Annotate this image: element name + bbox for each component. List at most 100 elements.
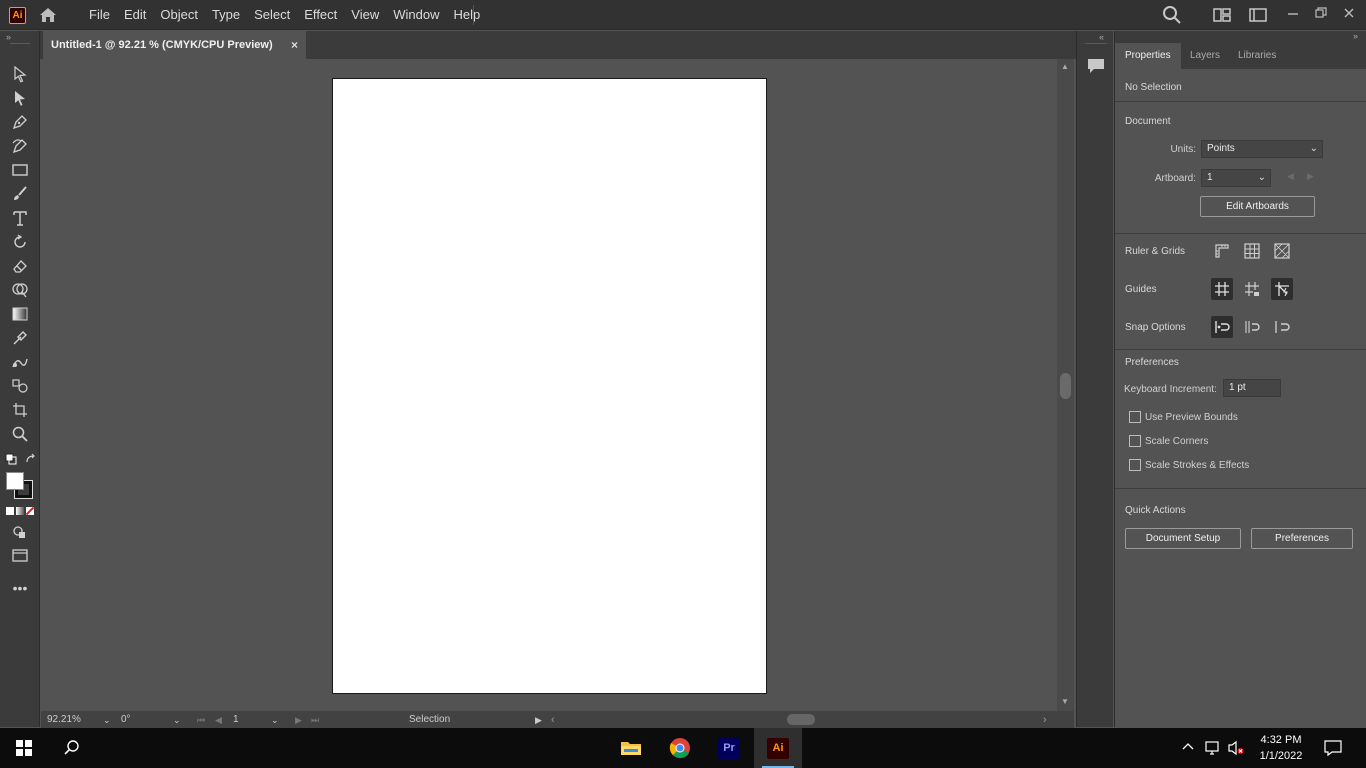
rotation-field[interactable]: 0° ⌄ (121, 713, 183, 727)
close-window-button[interactable] (1336, 0, 1362, 26)
scroll-right-icon[interactable]: › (1043, 713, 1047, 727)
preferences-button[interactable]: Preferences (1251, 528, 1353, 549)
rectangle-tool-icon[interactable] (8, 159, 32, 181)
taskbar-search-icon[interactable] (48, 728, 96, 768)
first-artboard-icon[interactable]: ⏮ (197, 713, 205, 727)
search-icon[interactable] (1162, 5, 1182, 28)
collapse-panel-icon[interactable]: » (1353, 31, 1358, 41)
collapse-tools-icon[interactable]: » (6, 32, 11, 42)
fill-swatch[interactable] (6, 472, 24, 490)
tab-layers[interactable]: Layers (1180, 43, 1230, 69)
menu-object[interactable]: Object (153, 0, 205, 30)
default-fill-stroke-icon[interactable] (5, 453, 17, 465)
units-select[interactable]: Points ⌄ (1201, 140, 1323, 158)
checkbox-box[interactable] (1129, 435, 1141, 447)
scroll-down-icon[interactable]: ▼ (1061, 697, 1069, 706)
edit-toolbar-icon[interactable]: ••• (8, 577, 32, 599)
gradient-mode-icon[interactable] (16, 507, 24, 515)
home-icon[interactable] (38, 6, 58, 24)
screen-mode-icon[interactable] (8, 545, 32, 567)
hidden-icons-chevron-icon[interactable] (1182, 741, 1194, 756)
taskbar-clock[interactable]: 4:32 PM 1/1/2022 (1250, 732, 1312, 764)
network-icon[interactable] (1204, 740, 1222, 759)
comments-icon[interactable] (1087, 58, 1105, 74)
checkbox-box[interactable] (1129, 459, 1141, 471)
previous-artboard-icon[interactable]: ◀ (215, 713, 222, 727)
windows-start-icon[interactable] (0, 728, 48, 768)
menu-window[interactable]: Window (386, 0, 446, 30)
artboard-select[interactable]: 1 ⌄ (1201, 169, 1271, 187)
transparency-grid-icon[interactable] (1271, 240, 1293, 262)
expand-panels-icon[interactable]: « (1099, 32, 1104, 42)
menu-view[interactable]: View (344, 0, 386, 30)
premiere-pro-icon[interactable]: Pr (705, 728, 753, 768)
tab-properties[interactable]: Properties (1115, 43, 1181, 69)
color-mode-icon[interactable] (6, 507, 14, 515)
notifications-icon[interactable] (1324, 739, 1342, 760)
checkbox-box[interactable] (1129, 411, 1141, 423)
pen-tool-icon[interactable] (8, 111, 32, 133)
menu-file[interactable]: File (82, 0, 117, 30)
minimize-button[interactable] (1280, 0, 1306, 26)
draw-mode-icon[interactable] (8, 521, 32, 543)
next-artboard-arrow-icon[interactable]: ▶ (1307, 171, 1314, 182)
selection-tool-icon[interactable] (8, 63, 32, 85)
shape-builder-tool-icon[interactable] (8, 279, 32, 301)
snap-to-point-icon[interactable] (1211, 316, 1233, 338)
chrome-icon[interactable] (656, 728, 704, 768)
volume-muted-icon[interactable] (1227, 740, 1245, 759)
show-guides-icon[interactable] (1211, 278, 1233, 300)
vertical-scroll-thumb[interactable] (1060, 373, 1071, 399)
menu-help[interactable]: Help (446, 0, 487, 30)
menu-type[interactable]: Type (205, 0, 247, 30)
zoom-dropdown-icon[interactable]: ⌄ (103, 713, 111, 727)
status-menu-icon[interactable]: ▶ (535, 713, 542, 727)
artboard[interactable] (332, 78, 767, 694)
grid-icon[interactable] (1241, 240, 1263, 262)
zoom-tool-icon[interactable] (8, 423, 32, 445)
symbol-sprayer-tool-icon[interactable] (8, 375, 32, 397)
artboard-nav-dropdown-icon[interactable]: ⌄ (271, 713, 279, 727)
scale-strokes-effects-checkbox[interactable]: Scale Strokes & Effects (1129, 458, 1249, 472)
restore-button[interactable] (1308, 0, 1334, 26)
type-tool-icon[interactable] (8, 207, 32, 229)
direct-selection-tool-icon[interactable] (8, 87, 32, 109)
illustrator-taskbar-icon[interactable]: Ai (754, 728, 802, 768)
rotation-dropdown-icon[interactable]: ⌄ (173, 713, 181, 727)
zoom-level-field[interactable]: 92.21% ⌄ (47, 713, 111, 727)
horizontal-scroll-thumb[interactable] (787, 714, 815, 725)
paintbrush-tool-icon[interactable] (8, 183, 32, 205)
tab-libraries[interactable]: Libraries (1228, 43, 1286, 69)
blend-tool-icon[interactable] (8, 351, 32, 373)
artboard-tool-icon[interactable] (8, 399, 32, 421)
curvature-tool-icon[interactable] (8, 135, 32, 157)
document-setup-button[interactable]: Document Setup (1125, 528, 1241, 549)
close-tab-icon[interactable]: × (291, 31, 298, 59)
menu-effect[interactable]: Effect (297, 0, 344, 30)
keyboard-increment-input[interactable]: 1 pt (1223, 379, 1281, 397)
scroll-left-icon[interactable]: ‹ (551, 713, 555, 727)
snap-to-pixel-icon[interactable] (1241, 316, 1263, 338)
rotate-tool-icon[interactable] (8, 231, 32, 253)
menu-edit[interactable]: Edit (117, 0, 153, 30)
vertical-scrollbar[interactable]: ▲ ▼ (1057, 59, 1074, 711)
menu-select[interactable]: Select (247, 0, 297, 30)
snap-to-glyph-icon[interactable] (1271, 316, 1293, 338)
artboard-navigator-field[interactable]: 1 ⌄ (233, 713, 281, 727)
lock-guides-icon[interactable] (1241, 278, 1263, 300)
gradient-tool-icon[interactable] (8, 303, 32, 325)
workspace-switcher-icon[interactable] (1249, 8, 1267, 25)
next-artboard-icon[interactable]: ▶ (295, 713, 302, 727)
arrange-documents-icon[interactable] (1213, 8, 1231, 25)
eraser-tool-icon[interactable] (8, 255, 32, 277)
previous-artboard-arrow-icon[interactable]: ◀ (1287, 171, 1294, 182)
file-explorer-icon[interactable] (607, 728, 655, 768)
scroll-up-icon[interactable]: ▲ (1061, 62, 1069, 71)
last-artboard-icon[interactable]: ⏭ (311, 713, 319, 727)
use-preview-bounds-checkbox[interactable]: Use Preview Bounds (1129, 410, 1238, 424)
fill-stroke-swatch[interactable] (5, 471, 35, 501)
none-mode-icon[interactable] (25, 506, 35, 516)
scale-corners-checkbox[interactable]: Scale Corners (1129, 434, 1208, 448)
swap-fill-stroke-icon[interactable] (25, 453, 37, 465)
ruler-icon[interactable] (1211, 240, 1233, 262)
